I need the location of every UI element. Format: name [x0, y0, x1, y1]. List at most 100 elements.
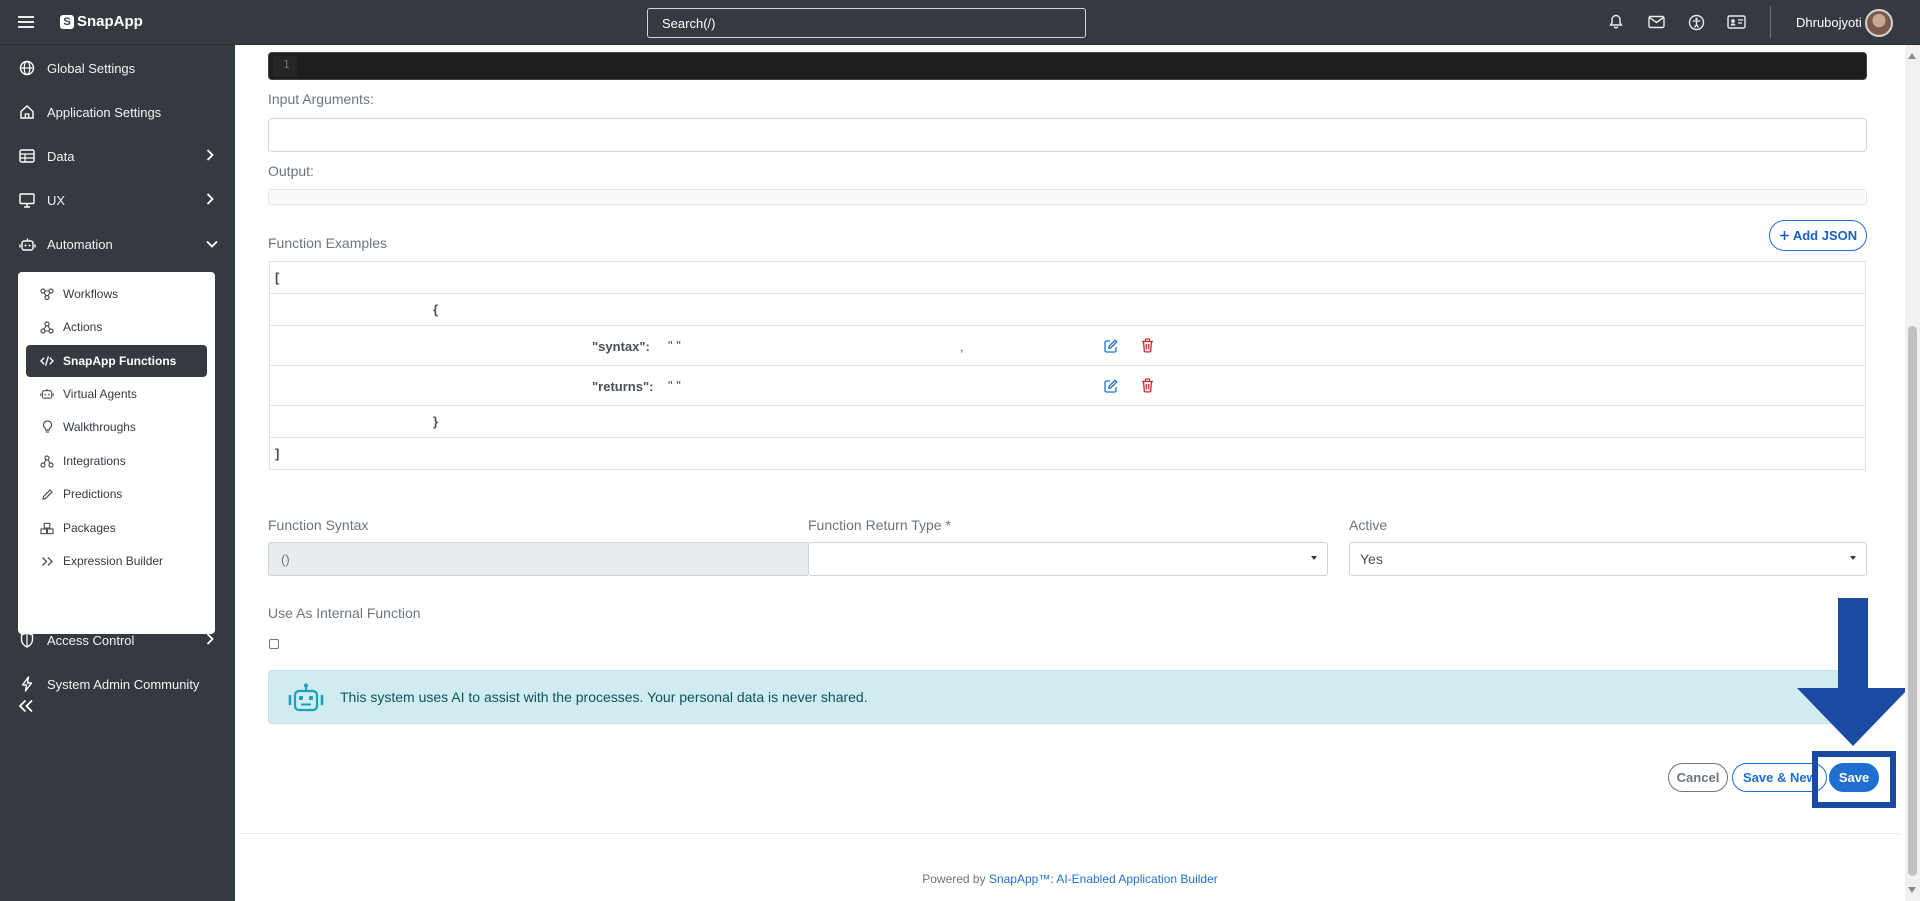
chevron-down-icon — [206, 237, 218, 251]
submenu-item-label: Actions — [63, 320, 103, 334]
id-card-icon[interactable] — [1725, 12, 1747, 32]
delete-icon[interactable] — [1141, 338, 1154, 357]
json-row: ] — [270, 438, 1865, 469]
code-icon — [40, 354, 54, 368]
active-label: Active — [1349, 517, 1388, 533]
function-syntax-field[interactable]: () — [268, 542, 809, 576]
edit-icon[interactable] — [1104, 379, 1118, 397]
app-name: SnapApp — [77, 13, 143, 30]
robot-icon — [287, 683, 325, 713]
mail-icon[interactable] — [1645, 12, 1667, 32]
app-logo[interactable]: S SnapApp — [60, 13, 143, 30]
ai-info-banner: This system uses AI to assist with the p… — [268, 670, 1853, 724]
delete-icon[interactable] — [1141, 378, 1154, 397]
footer-prefix: Powered by — [922, 872, 989, 886]
sidebar: Global Settings Application Settings Dat… — [0, 45, 235, 901]
double-chevron-icon — [40, 554, 54, 568]
input-arguments-label: Input Arguments: — [268, 91, 374, 107]
accessibility-icon[interactable] — [1685, 12, 1707, 32]
annotation-arrow-icon — [1797, 598, 1909, 746]
footer-divider — [240, 833, 1902, 834]
json-row: } — [270, 406, 1865, 438]
home-icon — [18, 103, 36, 121]
add-json-button[interactable]: Add JSON — [1769, 220, 1867, 251]
return-type-label: Function Return Type * — [808, 517, 951, 533]
monitor-icon — [18, 191, 36, 209]
code-editor[interactable]: 1 — [268, 52, 1867, 80]
robot-icon — [18, 235, 36, 253]
global-search-input[interactable]: Search(/) — [647, 8, 1086, 38]
sidebar-item-application-settings[interactable]: Application Settings — [0, 92, 235, 132]
returns-key: "returns": — [592, 379, 654, 394]
json-open-brace: { — [433, 302, 439, 317]
function-syntax-label: Function Syntax — [268, 517, 369, 533]
syntax-value: " " — [668, 338, 681, 353]
submenu-item-label: Virtual Agents — [63, 387, 137, 401]
user-name[interactable]: Dhrubojyoti — [1796, 15, 1862, 30]
cancel-button[interactable]: Cancel — [1668, 763, 1728, 792]
main-content: 1 Input Arguments: Output: Function Exam… — [235, 45, 1905, 901]
json-row: { — [270, 294, 1865, 326]
lightbulb-icon — [40, 420, 54, 434]
sidebar-item-access-control[interactable]: Access Control — [0, 620, 235, 660]
returns-value: " " — [668, 378, 681, 393]
automation-submenu: Workflows Actions SnapApp Functions Virt… — [18, 272, 215, 634]
edit-icon[interactable] — [1104, 339, 1118, 357]
bell-icon[interactable] — [1605, 12, 1627, 32]
sidebar-item-label: UX — [47, 192, 66, 208]
json-close-bracket: ] — [275, 446, 280, 461]
robot-icon — [40, 387, 54, 401]
sidebar-item-label: Application Settings — [47, 104, 162, 120]
hamburger-menu-icon[interactable] — [18, 13, 34, 31]
workflow-icon — [40, 287, 54, 301]
footer: Powered by SnapApp™: AI-Enabled Applicat… — [235, 872, 1905, 886]
line-number: 1 — [283, 58, 290, 71]
submenu-item-label: SnapApp Functions — [63, 354, 177, 368]
topbar-divider — [1770, 6, 1771, 38]
scrollbar-thumb[interactable] — [1908, 326, 1917, 876]
footer-link[interactable]: SnapApp™: AI-Enabled Application Builder — [989, 872, 1218, 886]
integrations-icon — [40, 454, 54, 468]
submenu-item-virtual-agents[interactable]: Virtual Agents — [26, 378, 207, 410]
submenu-item-workflows[interactable]: Workflows — [26, 278, 207, 310]
submenu-item-integrations[interactable]: Integrations — [26, 445, 207, 477]
collapse-sidebar-icon[interactable] — [18, 697, 34, 718]
json-row-returns: "returns": " " — [270, 366, 1865, 406]
syntax-key: "syntax": — [592, 339, 650, 354]
submenu-item-walkthroughs[interactable]: Walkthroughs — [26, 411, 207, 443]
json-open-bracket: [ — [275, 270, 280, 285]
submenu-item-packages[interactable]: Packages — [26, 512, 207, 544]
sidebar-item-data[interactable]: Data — [0, 136, 235, 176]
json-examples-table: [ { "syntax": " " , "returns": " " } ] — [269, 261, 1866, 470]
input-arguments-field[interactable] — [268, 118, 1867, 152]
submenu-item-label: Expression Builder — [63, 554, 164, 568]
sidebar-item-ux[interactable]: UX — [0, 180, 235, 220]
top-icon-group — [1605, 12, 1747, 32]
sidebar-item-system-admin-community[interactable]: System Admin Community — [0, 664, 235, 704]
add-json-label: Add JSON — [1792, 228, 1858, 243]
return-type-select[interactable] — [808, 542, 1328, 576]
page-scrollbar[interactable] — [1905, 45, 1920, 901]
packages-icon — [40, 521, 54, 535]
output-label: Output: — [268, 163, 314, 179]
submenu-item-snapapp-functions[interactable]: SnapApp Functions — [26, 345, 207, 377]
chevron-right-icon — [206, 148, 214, 164]
sidebar-item-label: Automation — [47, 236, 113, 252]
active-value: Yes — [1360, 551, 1383, 567]
sidebar-item-label: Global Settings — [47, 60, 136, 76]
submenu-item-actions[interactable]: Actions — [26, 311, 207, 343]
scroll-down-icon[interactable] — [1908, 887, 1916, 893]
avatar[interactable] — [1865, 9, 1893, 37]
sidebar-item-label: Data — [47, 148, 75, 164]
sidebar-item-global-settings[interactable]: Global Settings — [0, 48, 235, 88]
chevron-right-icon — [206, 632, 214, 648]
scroll-up-icon[interactable] — [1908, 53, 1916, 59]
internal-function-checkbox[interactable] — [269, 639, 279, 649]
table-icon — [18, 147, 36, 165]
sidebar-item-automation[interactable]: Automation — [0, 224, 235, 264]
submenu-item-predictions[interactable]: Predictions — [26, 478, 207, 510]
active-select[interactable]: Yes — [1349, 542, 1867, 576]
internal-function-label: Use As Internal Function — [268, 605, 421, 621]
submenu-item-expression-builder[interactable]: Expression Builder — [26, 545, 207, 577]
top-navbar: S SnapApp Search(/) Dhrubojyoti — [0, 0, 1920, 45]
